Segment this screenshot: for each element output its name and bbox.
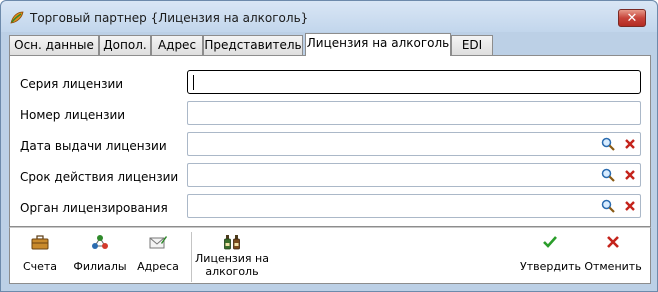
briefcase-icon (31, 235, 49, 250)
tab-representative[interactable]: Представитель (203, 35, 303, 55)
search-icon[interactable] (601, 137, 615, 151)
title-bar[interactable]: Торговый партнер {Лицензия на алкоголь} … (1, 1, 657, 32)
dialog-window: Торговый партнер {Лицензия на алкоголь} … (0, 0, 658, 292)
toolbar-divider (191, 232, 192, 282)
bottles-icon (224, 235, 240, 250)
cancel-button[interactable]: Отменить (582, 228, 644, 283)
license-issue-date-input[interactable] (187, 132, 641, 156)
alcohol-license-label: Лицензия на алкоголь (194, 252, 270, 278)
alcohol-license-label-line1: Лицензия на (195, 252, 269, 265)
accounts-button[interactable]: Счета (18, 228, 62, 283)
license-series-input[interactable] (187, 70, 641, 94)
tab-main-data[interactable]: Осн. данные (9, 35, 99, 55)
accounts-label: Счета (22, 260, 58, 273)
tab-address[interactable]: Адрес (151, 35, 203, 55)
branches-icon (92, 235, 108, 249)
app-leaf-icon (10, 11, 24, 24)
approve-button[interactable]: Утвердить (520, 228, 581, 283)
addresses-button[interactable]: Адреса (134, 228, 182, 283)
license-validity-input[interactable] (187, 163, 641, 187)
license-series-label: Серия лицензии (20, 77, 124, 91)
close-button[interactable]: ✕ (618, 9, 646, 27)
license-form-panel: Серия лицензии Номер лицензии Дата выдач… (9, 55, 651, 227)
clear-icon[interactable] (623, 168, 637, 182)
licensing-authority-label: Орган лицензирования (20, 201, 168, 215)
tab-additional[interactable]: Допол. (99, 35, 151, 55)
tab-bar: Осн. данные Допол. Адрес Представитель Л… (9, 33, 651, 56)
branches-label: Филиалы (73, 260, 127, 273)
envelope-icon (149, 236, 167, 249)
cancel-x-icon (607, 236, 619, 248)
window-title: Торговый партнер {Лицензия на алкоголь} (30, 11, 309, 25)
license-number-label: Номер лицензии (20, 108, 126, 122)
alcohol-license-label-line2: алкоголь (205, 265, 259, 278)
tab-edi[interactable]: EDI (451, 35, 493, 55)
license-number-input[interactable] (187, 101, 641, 125)
text-caret (193, 75, 194, 90)
license-validity-label: Срок действия лицензии (20, 170, 179, 184)
clear-icon[interactable] (623, 137, 637, 151)
search-icon[interactable] (601, 168, 615, 182)
approve-label: Утвердить (520, 260, 581, 273)
bottom-toolbar: Счета Филиалы Адреса Лицензия на алкогол… (9, 227, 651, 284)
licensing-authority-input[interactable] (187, 194, 641, 218)
alcohol-license-button[interactable]: Лицензия на алкоголь (194, 228, 270, 283)
addresses-label: Адреса (137, 260, 179, 273)
search-icon[interactable] (601, 199, 615, 213)
clear-icon[interactable] (623, 199, 637, 213)
branches-button[interactable]: Филиалы (68, 228, 132, 283)
checkmark-icon (543, 236, 557, 248)
tab-alcohol-license[interactable]: Лицензия на алкоголь (305, 33, 451, 56)
cancel-label: Отменить (584, 260, 642, 273)
license-issue-date-label: Дата выдачи лицензии (20, 139, 167, 153)
